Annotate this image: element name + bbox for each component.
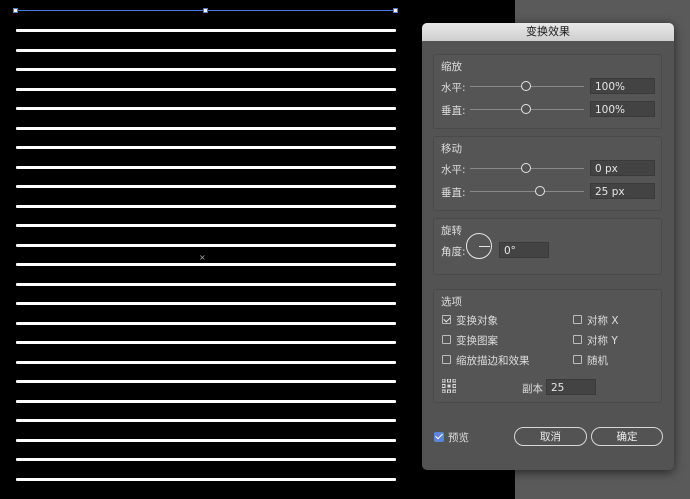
transform-effect-dialog: 变换效果 缩放 水平: 100% 垂直: 100% 移动 水平: 0 px 垂直… [422,23,674,470]
scale-vertical-label: 垂直: [441,105,466,117]
reflect-y-checkbox[interactable] [573,335,582,344]
move-vertical-label: 垂直: [441,187,466,199]
dialog-title: 变换效果 [422,23,674,41]
cancel-button[interactable]: 取消 [514,427,587,446]
random-label: 随机 [587,355,608,367]
artwork-line [16,68,396,71]
center-point-icon: × [199,253,206,262]
artwork-line [16,146,396,149]
copies-field[interactable]: 25 [546,379,596,395]
artwork-line [16,48,396,52]
preview-label: 预览 [448,432,469,444]
scale-vertical-field[interactable]: 100% [590,101,655,117]
copies-label: 副本 [522,383,543,395]
move-horizontal-slider-knob[interactable] [521,163,531,173]
artwork-line [16,204,396,208]
move-horizontal-field[interactable]: 0 px [590,160,655,176]
artwork-line [16,380,396,383]
options-group-title: 选项 [441,296,462,308]
reference-point-icon[interactable] [442,379,456,393]
scale-horizontal-field[interactable]: 100% [590,78,655,94]
angle-label: 角度: [441,246,466,258]
scale-vertical-slider-knob[interactable] [521,104,531,114]
artwork-line [16,419,396,422]
scale-group: 缩放 水平: 100% 垂直: 100% [433,54,662,129]
scale-strokes-checkbox[interactable] [442,355,451,364]
artwork-line [16,87,396,91]
rotate-group-title: 旋转 [441,225,462,237]
move-group: 移动 水平: 0 px 垂直: 25 px [433,136,662,211]
scale-horizontal-label: 水平: [441,82,466,94]
ok-button[interactable]: 确定 [591,427,663,446]
move-vertical-slider-knob[interactable] [535,186,545,196]
reflect-y-label: 对称 Y [587,335,618,347]
angle-field[interactable]: 0° [499,242,549,258]
scale-strokes-label: 缩放描边和效果 [456,355,530,367]
angle-dial-icon[interactable] [466,233,492,259]
artwork-line [16,165,396,169]
artwork-line [16,321,396,325]
artwork-line [16,263,396,266]
scale-horizontal-slider-knob[interactable] [521,81,531,91]
artwork-line [16,282,396,286]
artwork-line [16,399,396,403]
move-vertical-field[interactable]: 25 px [590,183,655,199]
artwork-line [16,126,396,130]
artwork-line [16,360,396,364]
artwork-line [16,438,396,442]
move-horizontal-label: 水平: [441,164,466,176]
transform-objects-label: 变换对象 [456,315,498,327]
anchor-handle-left[interactable] [13,8,18,13]
rotate-group: 旋转 角度: 0° [433,218,662,275]
transform-patterns-checkbox[interactable] [442,335,451,344]
reflect-x-checkbox[interactable] [573,315,582,324]
artwork-line [16,224,396,227]
artwork-line [16,477,396,481]
artwork-line [16,302,396,305]
options-group: 选项 变换对象 对称 X 变换图案 对称 Y 缩放描边和效果 随机 副本 25 [433,289,662,403]
artwork-line [16,243,396,247]
anchor-handle-center[interactable] [203,8,208,13]
move-group-title: 移动 [441,143,462,155]
transform-patterns-label: 变换图案 [456,335,498,347]
scale-group-title: 缩放 [441,61,462,73]
artwork-line [16,29,396,32]
artwork-line [16,458,396,461]
preview-checkbox[interactable] [434,432,444,442]
random-checkbox[interactable] [573,355,582,364]
move-vertical-slider[interactable] [470,191,584,192]
anchor-handle-right[interactable] [393,8,398,13]
artwork-line [16,185,396,188]
artwork-line [16,341,396,344]
transform-objects-checkbox[interactable] [442,315,451,324]
reflect-x-label: 对称 X [587,315,619,327]
artwork-line [16,107,396,110]
